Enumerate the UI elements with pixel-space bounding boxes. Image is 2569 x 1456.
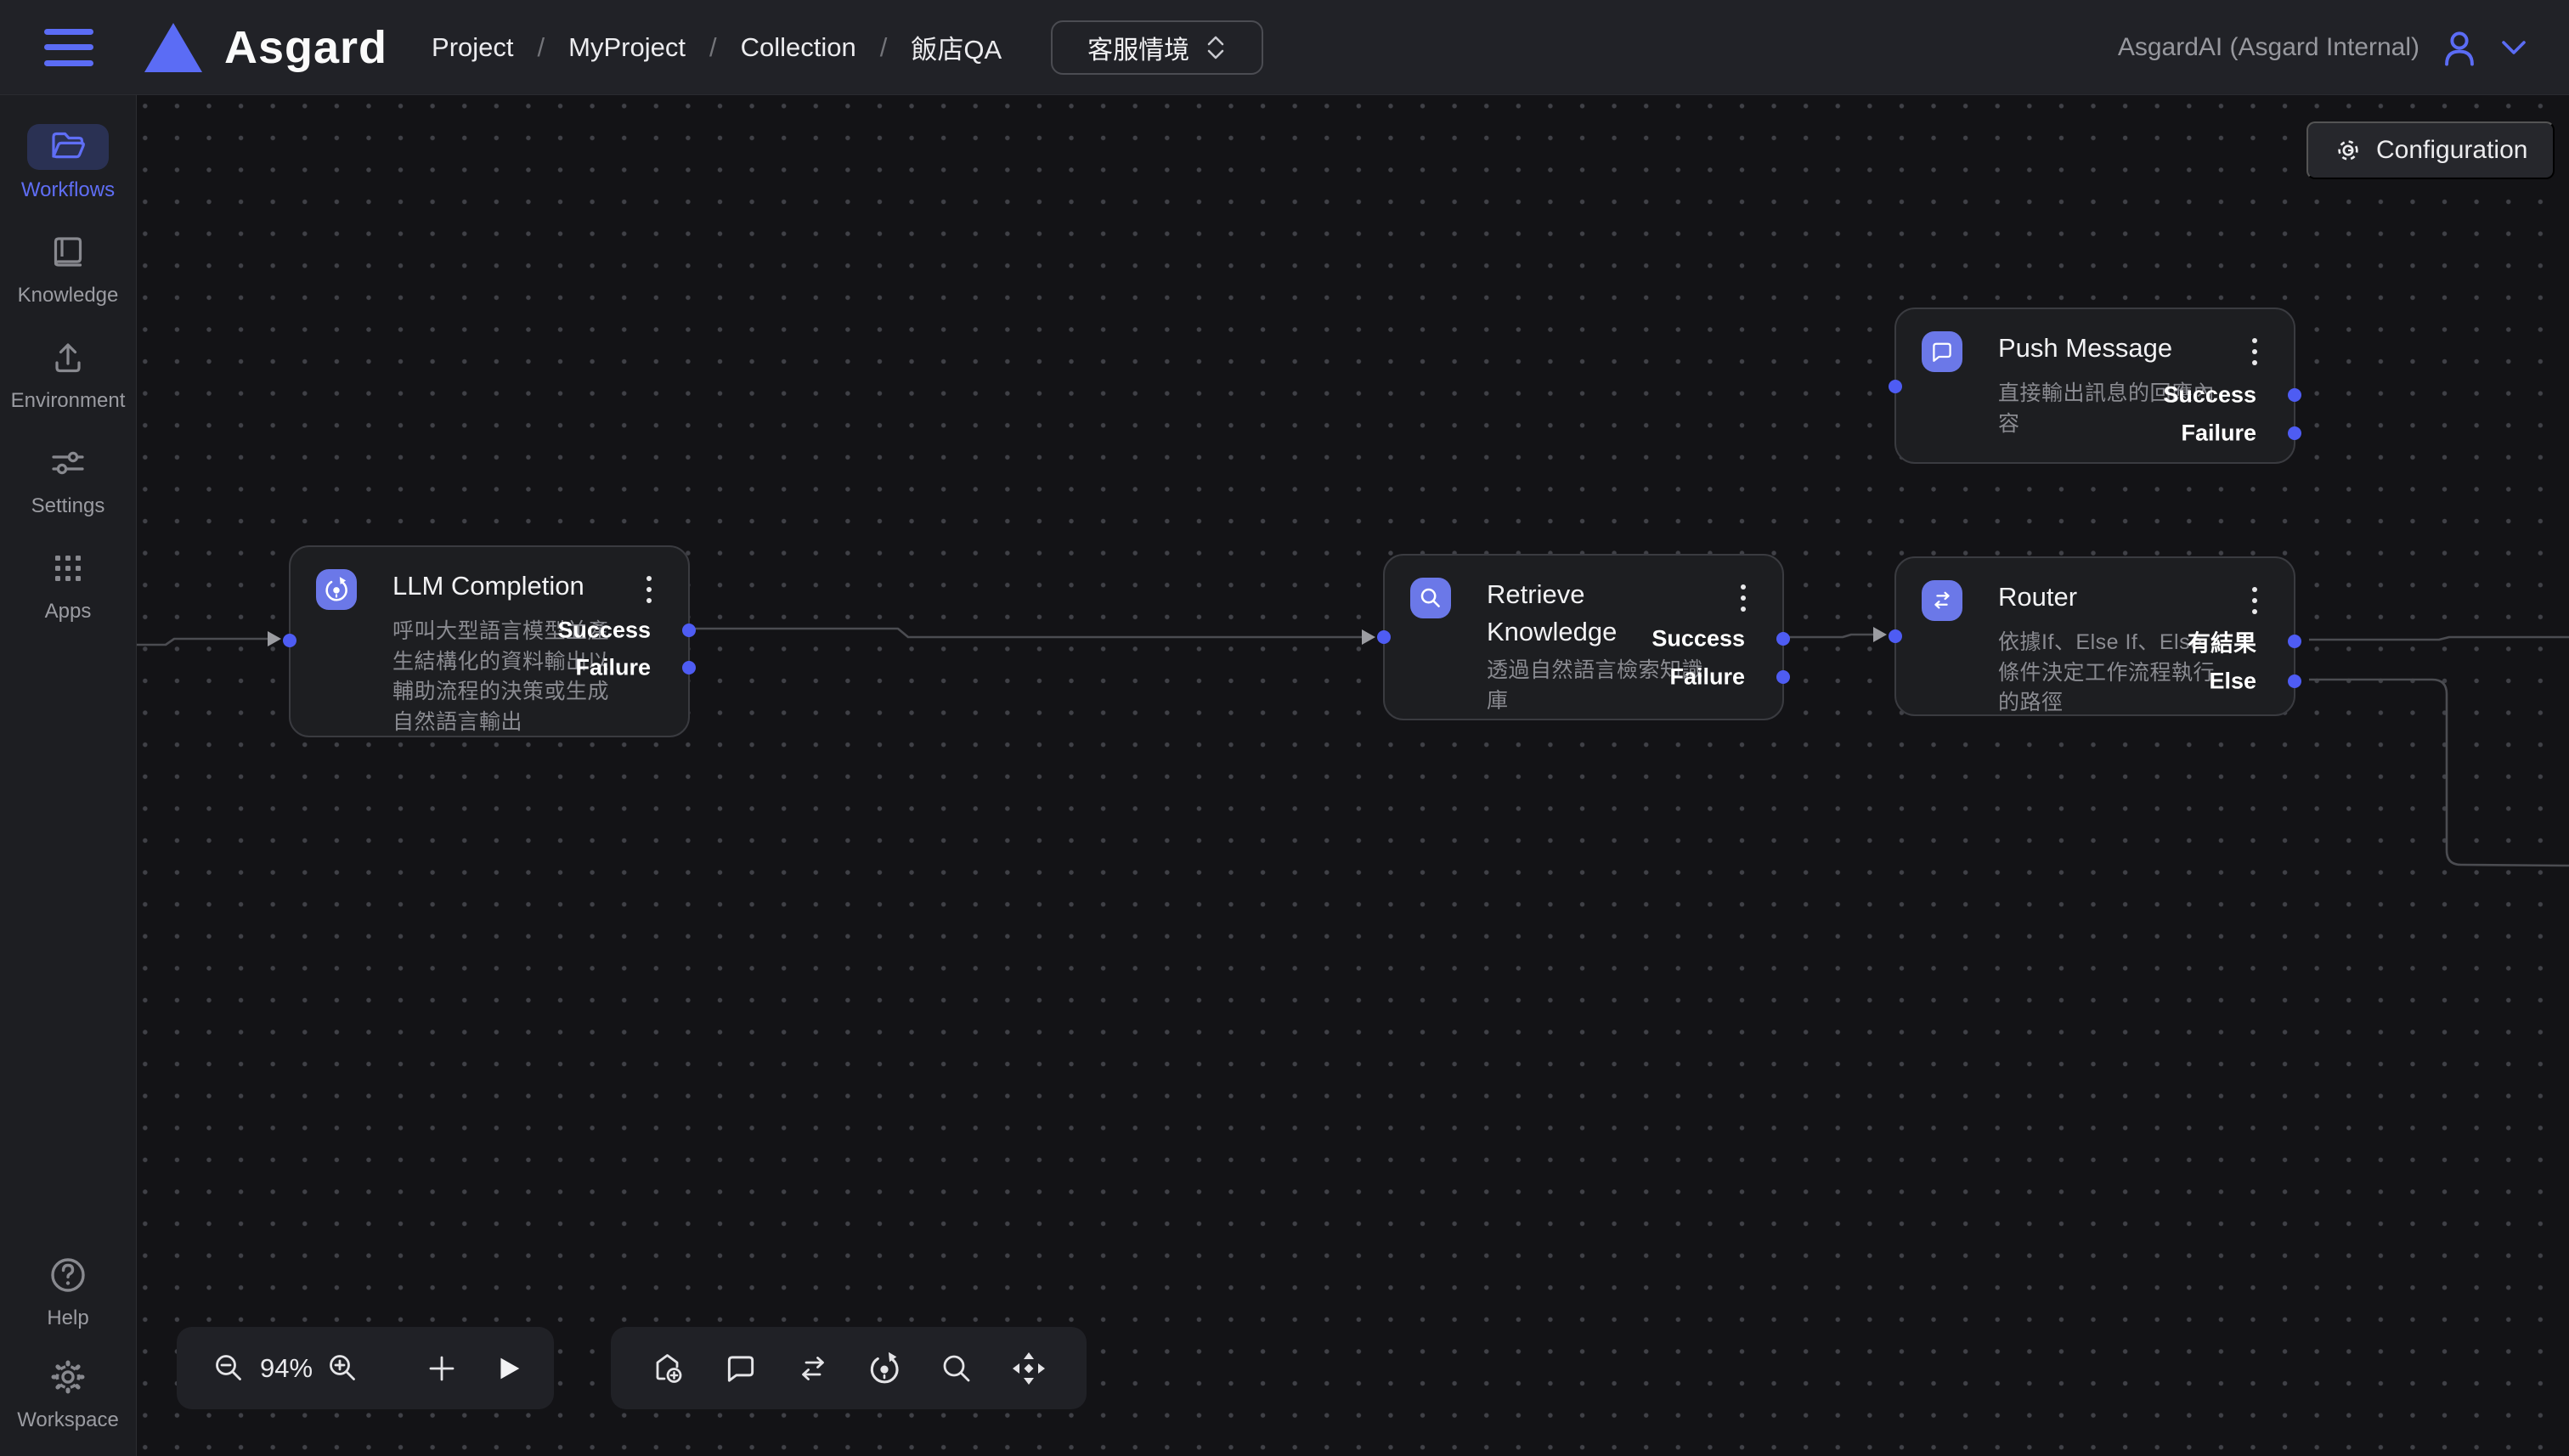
sidebar-item-apps[interactable]: Apps	[0, 545, 136, 624]
gear-icon	[48, 1357, 88, 1397]
zoom-in-icon[interactable]	[319, 1345, 367, 1392]
node-title: Router	[1998, 578, 2077, 616]
search-icon[interactable]	[933, 1345, 980, 1392]
sidebar-item-label: Settings	[31, 494, 105, 518]
output-label-success: Success	[557, 618, 651, 644]
swap-arrows-icon	[1922, 580, 1962, 621]
help-circle-icon	[48, 1256, 88, 1295]
sidebar-item-label: Knowledge	[18, 284, 119, 308]
sidebar-item-settings[interactable]: Settings	[0, 440, 136, 518]
sidebar-item-workflows[interactable]: Workflows	[0, 124, 136, 202]
output-port-else[interactable]	[2288, 674, 2301, 688]
output-port-failure[interactable]	[2288, 426, 2301, 440]
magnifier-icon	[1410, 578, 1451, 618]
output-port-result[interactable]	[2288, 635, 2301, 648]
output-port-success[interactable]	[682, 624, 696, 637]
breadcrumb-collection[interactable]: Collection	[741, 32, 856, 63]
workflow-edges	[137, 95, 2569, 1456]
folder-icon	[48, 129, 88, 165]
chat-bubble-icon	[1922, 331, 1962, 372]
node-palette-toolbar	[611, 1327, 1087, 1409]
selector-up-down-icon	[1205, 32, 1227, 63]
scenario-select-value: 客服情境	[1087, 29, 1189, 66]
sidebar-item-environment[interactable]: Environment	[0, 335, 136, 413]
input-port[interactable]	[1889, 380, 1902, 393]
dpad-fit-icon[interactable]	[1005, 1345, 1053, 1392]
chat-bubble-icon[interactable]	[717, 1345, 765, 1392]
zoom-out-icon[interactable]	[206, 1345, 253, 1392]
logo-triangle-icon	[144, 23, 202, 72]
sidebar-item-label: Help	[47, 1306, 88, 1330]
breadcrumb-workflow-name[interactable]: 飯店QA	[911, 28, 1002, 66]
gear-icon	[2334, 136, 2363, 165]
output-label-success: Success	[1652, 626, 1745, 652]
configuration-label: Configuration	[2376, 136, 2527, 165]
sidebar-item-help[interactable]: Help	[0, 1252, 136, 1330]
app-header: Asgard Project / MyProject / Collection …	[0, 0, 2569, 95]
output-label-success: Success	[2163, 382, 2256, 409]
sidebar-item-label: Workflows	[21, 178, 115, 202]
output-label-failure: Failure	[2181, 420, 2256, 447]
input-port[interactable]	[1377, 630, 1391, 644]
output-port-success[interactable]	[1776, 632, 1790, 646]
configuration-button[interactable]: Configuration	[2306, 121, 2555, 179]
user-icon[interactable]	[2440, 28, 2479, 67]
breadcrumb-project[interactable]: Project	[432, 32, 513, 63]
kebab-menu-icon[interactable]	[2238, 578, 2272, 623]
sidebar-item-label: Environment	[11, 389, 126, 413]
add-node-button[interactable]	[418, 1345, 466, 1392]
breadcrumb: Project / MyProject / Collection / 飯店QA	[432, 28, 1002, 66]
logo-text: Asgard	[224, 21, 387, 74]
node-router[interactable]: Router 依據If、Else If、Else條件決定工作流程執行的路徑 有結…	[1894, 556, 2295, 716]
swap-arrows-icon[interactable]	[789, 1345, 837, 1392]
output-label-result: 有結果	[2188, 625, 2256, 658]
node-retrieve-knowledge[interactable]: Retrieve Knowledge 透過自然語言檢索知識庫 Success F…	[1383, 554, 1784, 720]
sidebar-item-knowledge[interactable]: Knowledge	[0, 229, 136, 308]
workflow-canvas[interactable]: Configuration LLM Completion 呼叫大型語言模型並產生…	[137, 95, 2569, 1456]
scenario-select[interactable]: 客服情境	[1051, 20, 1263, 75]
llm-cycle-bulb-icon[interactable]	[861, 1345, 908, 1392]
upload-icon	[50, 340, 86, 375]
output-port-success[interactable]	[2288, 388, 2301, 402]
sidebar-item-label: Workspace	[17, 1408, 119, 1432]
output-port-failure[interactable]	[1776, 670, 1790, 684]
node-title: LLM Completion	[392, 567, 584, 605]
node-push-message[interactable]: Push Message 直接輸出訊息的回應內容 Success Failure	[1894, 308, 2295, 464]
breadcrumb-separator: /	[709, 32, 717, 63]
hamburger-menu-icon[interactable]	[44, 29, 93, 66]
breadcrumb-myproject[interactable]: MyProject	[568, 32, 686, 63]
sidebar-item-label: Apps	[45, 600, 92, 624]
node-description: 依據If、Else If、Else條件決定工作流程執行的路徑	[1998, 628, 2216, 719]
book-icon	[50, 234, 86, 270]
input-port[interactable]	[1889, 629, 1902, 643]
kebab-menu-icon[interactable]	[1726, 576, 1760, 620]
apps-grid-icon	[50, 550, 86, 586]
app-logo: Asgard	[144, 21, 387, 74]
sidebar-item-workspace[interactable]: Workspace	[0, 1354, 136, 1432]
sidebar-nav: Workflows Knowledge Environment	[0, 95, 137, 1456]
sliders-icon	[49, 445, 87, 481]
run-workflow-button[interactable]	[484, 1345, 532, 1392]
zoom-toolbar: 94%	[177, 1327, 554, 1409]
breadcrumb-separator: /	[538, 32, 545, 63]
chevron-down-icon[interactable]	[2499, 37, 2528, 58]
output-label-failure: Failure	[575, 655, 651, 681]
zoom-level: 94%	[260, 1353, 313, 1384]
output-port-failure[interactable]	[682, 661, 696, 674]
llm-cycle-bulb-icon	[316, 569, 357, 610]
kebab-menu-icon[interactable]	[2238, 330, 2272, 374]
output-label-else: Else	[2209, 669, 2256, 695]
node-llm-completion[interactable]: LLM Completion 呼叫大型語言模型並產生結構化的資料輸出以輔助流程的…	[289, 545, 690, 737]
breadcrumb-separator: /	[880, 32, 888, 63]
add-trigger-icon[interactable]	[645, 1345, 692, 1392]
output-label-failure: Failure	[1669, 664, 1745, 691]
input-port[interactable]	[283, 634, 296, 647]
kebab-menu-icon[interactable]	[632, 567, 666, 612]
node-title: Push Message	[1998, 330, 2172, 367]
account-label: AsgardAI (Asgard Internal)	[2118, 33, 2419, 62]
